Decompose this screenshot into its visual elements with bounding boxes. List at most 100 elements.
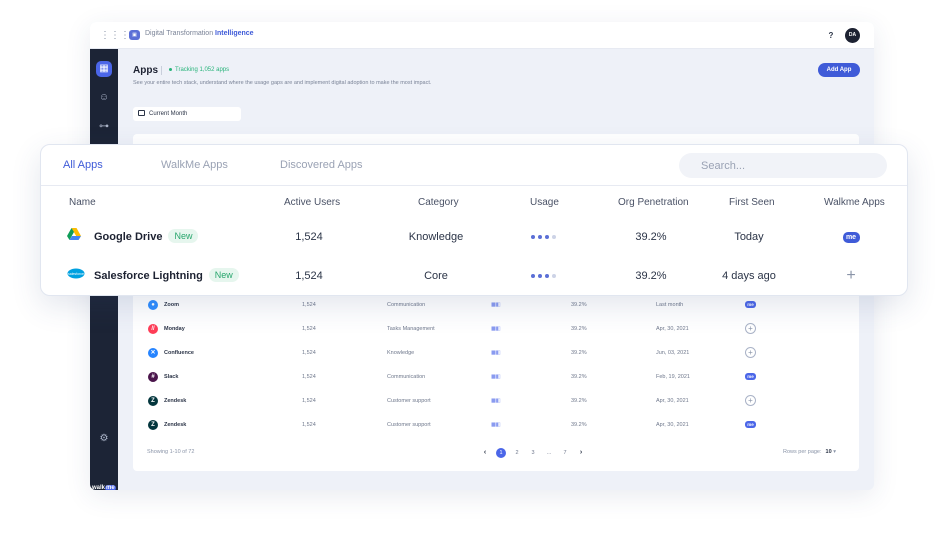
add-app-button[interactable]: Add App: [818, 63, 860, 77]
first-seen: 4 days ago: [722, 270, 776, 282]
page-number[interactable]: 2: [512, 448, 522, 458]
app-logo-icon: #: [148, 372, 158, 382]
help-icon[interactable]: ?: [824, 29, 838, 43]
walkme-cell: +: [745, 341, 756, 365]
app-name[interactable]: Google Drive: [94, 231, 162, 243]
tab-discovered-apps[interactable]: Discovered Apps: [280, 159, 363, 171]
avatar[interactable]: DA: [845, 28, 860, 43]
title-divider: [161, 66, 162, 75]
walkme-badge-icon[interactable]: me: [745, 301, 756, 309]
product-name-prefix: Digital Transformation: [145, 30, 214, 37]
app-grid-icon[interactable]: ⋮⋮⋮: [100, 30, 130, 41]
next-page-chevron-icon[interactable]: ›: [576, 448, 586, 458]
app-name[interactable]: Monday: [164, 317, 185, 341]
first-seen: Apr, 30, 2021: [656, 422, 689, 428]
app-logo-icon: ●: [148, 300, 158, 310]
category: Customer support: [387, 398, 431, 404]
add-walkme-plus-icon[interactable]: +: [745, 395, 756, 407]
usage-indicator: [511, 218, 575, 257]
tab-all-apps[interactable]: All Apps: [63, 159, 103, 171]
walkme-cell: +: [745, 389, 756, 413]
top-bar: ⋮⋮⋮ ▣ Digital Transformation Intelligenc…: [90, 22, 874, 49]
app-name[interactable]: Zoom: [164, 293, 179, 317]
prev-page-chevron-icon[interactable]: ‹: [480, 448, 490, 458]
product-name: Digital Transformation Intelligence: [145, 30, 254, 37]
org-penetration: 39.2%: [635, 231, 667, 243]
category: Communication: [387, 374, 426, 380]
active-users: 1,524: [302, 374, 316, 380]
usage-indicator: ▮▮ ▮▯: [491, 326, 501, 332]
category: Customer support: [387, 422, 431, 428]
page-subtitle: See your entire tech stack, understand w…: [133, 80, 432, 86]
walkme-logo-text: walk: [92, 485, 106, 490]
app-name[interactable]: Zendesk: [164, 413, 186, 437]
chevron-down-icon: ▾: [833, 449, 836, 455]
new-badge: New: [168, 229, 199, 243]
app-logo-icon: Z: [148, 396, 158, 406]
date-range-filter[interactable]: Current Month: [133, 107, 241, 121]
table-row[interactable]: ✕ Confluence 1,524 Knowledge ▮▮ ▮▯ 39.2% Jun, …: [133, 341, 859, 365]
category: Communication: [387, 302, 426, 308]
org-penetration: 39.2%: [571, 374, 587, 380]
col-name[interactable]: Name: [69, 197, 96, 208]
walkme-cell: me: [821, 218, 881, 257]
walkme-badge-icon[interactable]: me: [745, 373, 756, 381]
first-seen: Apr, 30, 2021: [656, 326, 689, 332]
col-org-penetration[interactable]: Org Penetration: [618, 197, 689, 208]
page-number[interactable]: ...: [544, 448, 554, 458]
page-number[interactable]: 3: [528, 448, 538, 458]
col-active-users[interactable]: Active Users: [284, 197, 340, 208]
search-input[interactable]: [679, 153, 887, 178]
col-category[interactable]: Category: [418, 197, 459, 208]
active-users: 1,524: [302, 422, 316, 428]
first-seen: Today: [734, 231, 764, 243]
app-name[interactable]: Slack: [164, 365, 178, 389]
apps-overlay-card: All Apps WalkMe Apps Discovered Apps Nam…: [40, 144, 908, 296]
table-footer: Showing 1-10 of 72 ‹ 1 2 3... 7 › Rows per …: [133, 446, 859, 460]
add-walkme-plus-icon[interactable]: +: [745, 323, 756, 335]
org-chart-nav-icon[interactable]: ⊶: [96, 119, 112, 135]
tab-walkme-apps[interactable]: WalkMe Apps: [161, 159, 228, 171]
google-drive-icon: [67, 218, 81, 257]
app-name[interactable]: Salesforce Lightning: [94, 270, 203, 282]
table-row[interactable]: ● Zoom 1,524 Communication ▮▮ ▮▯ 39.2% Last mo…: [133, 293, 859, 317]
page-number[interactable]: 7: [560, 448, 570, 458]
apps-nav-icon[interactable]: ▦: [96, 61, 112, 77]
users-nav-icon[interactable]: ☺: [96, 90, 112, 106]
table-row[interactable]: Google Drive New 1,524 Knowledge 39.2% Today m…: [41, 218, 907, 257]
active-users: 1,524: [302, 326, 316, 332]
svg-text:salesforce: salesforce: [68, 272, 84, 276]
table-row[interactable]: # Slack 1,524 Communication ▮▮ ▮▯ 39.2% Feb, 1…: [133, 365, 859, 389]
app-name[interactable]: Confluence: [164, 341, 194, 365]
walkme-cell: +: [821, 257, 881, 296]
app-name-cell: Salesforce Lightning New: [94, 257, 239, 296]
date-range-label: Current Month: [149, 111, 188, 117]
col-first-seen[interactable]: First Seen: [729, 197, 775, 208]
dti-logo-icon: ▣: [129, 30, 140, 40]
walkme-cell: me: [745, 413, 756, 437]
table-row[interactable]: // Monday 1,524 Tasks Management ▮▮ ▮▯ 39.2% A…: [133, 317, 859, 341]
settings-gear-icon[interactable]: ⚙: [96, 431, 112, 447]
add-walkme-plus-icon[interactable]: +: [745, 347, 756, 359]
first-seen: Feb, 19, 2021: [656, 374, 690, 380]
table-row[interactable]: Z Zendesk 1,524 Customer support ▮▮ ▮▯ 39.2% A…: [133, 413, 859, 437]
org-penetration: 39.2%: [571, 422, 587, 428]
app-name[interactable]: Zendesk: [164, 389, 186, 413]
table-row[interactable]: Z Zendesk 1,524 Customer support ▮▮ ▮▯ 39.2% A…: [133, 389, 859, 413]
usage-indicator: ▮▮ ▮▯: [491, 374, 501, 380]
app-logo-icon: //: [148, 324, 158, 334]
showing-count: Showing 1-10 of 72: [147, 449, 195, 455]
rows-per-page[interactable]: Rows per page: 10 ▾: [783, 449, 836, 455]
usage-indicator: [511, 257, 575, 296]
walkme-cell: me: [745, 365, 756, 389]
product-name-suffix: Intelligence: [215, 30, 254, 37]
first-seen: Last month: [656, 302, 684, 308]
col-walkme-apps[interactable]: Walkme Apps: [824, 197, 885, 208]
first-seen: Jun, 03, 2021: [656, 350, 690, 356]
col-usage[interactable]: Usage: [530, 197, 559, 208]
walkme-badge-icon[interactable]: me: [745, 421, 756, 429]
walkme-badge-icon[interactable]: me: [842, 231, 860, 243]
page-number[interactable]: 1: [496, 448, 506, 458]
add-walkme-plus-icon[interactable]: +: [846, 268, 855, 284]
table-row[interactable]: salesforce Salesforce Lightning New 1,524 Co…: [41, 257, 907, 296]
